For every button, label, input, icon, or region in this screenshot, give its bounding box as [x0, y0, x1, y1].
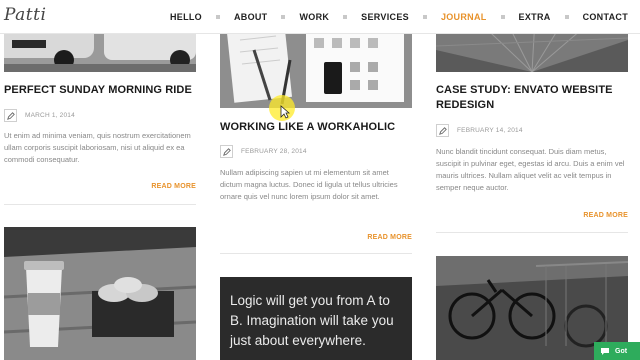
- post-divider: [436, 232, 628, 233]
- read-more-link[interactable]: READ MORE: [151, 183, 196, 190]
- post-image-coffee[interactable]: [4, 227, 196, 360]
- nav-separator: [215, 15, 220, 19]
- post-excerpt: Nullam adipiscing sapien ut mi elementum…: [220, 168, 398, 201]
- quote-card: Logic will get you from A to B. Imaginat…: [220, 277, 412, 360]
- nav-separator: [281, 15, 286, 19]
- coffee-photo-graphic: [4, 227, 196, 360]
- nav-hello[interactable]: HELLO: [170, 12, 202, 22]
- post-divider: [4, 204, 196, 205]
- pencil-icon: [4, 109, 17, 122]
- nav-separator: [500, 15, 505, 19]
- nav-extra[interactable]: EXTRA: [519, 12, 551, 22]
- nav-separator: [343, 15, 348, 19]
- post-divider: [220, 253, 412, 254]
- nav-about[interactable]: ABOUT: [234, 12, 268, 22]
- post-excerpt: Ut enim ad minima veniam, quis nostrum e…: [4, 131, 191, 164]
- post-title[interactable]: PERFECT SUNDAY MORNING RIDE: [4, 83, 196, 98]
- nav-separator: [422, 15, 427, 19]
- cursor-arrow-icon: [280, 105, 290, 119]
- quote-text: Logic will get you from A to B. Imaginat…: [230, 293, 394, 348]
- nav-separator: [564, 15, 569, 19]
- pencil-icon: [436, 124, 449, 137]
- post-meta: FEBRUARY 28, 2014: [220, 145, 307, 158]
- site-header: Patti HELLO ABOUT WORK SERVICES JOURNAL …: [0, 0, 640, 34]
- post-title[interactable]: WORKING LIKE A WORKAHOLIC: [220, 120, 412, 135]
- read-more-link[interactable]: READ MORE: [367, 234, 412, 241]
- nav-work[interactable]: WORK: [299, 12, 329, 22]
- post-date: FEBRUARY 28, 2014: [241, 148, 307, 155]
- nav-services[interactable]: SERVICES: [361, 12, 409, 22]
- post-date: MARCH 1, 2014: [25, 112, 75, 119]
- chat-bubble-icon: [601, 347, 609, 355]
- nav-journal[interactable]: JOURNAL: [441, 12, 487, 22]
- post-date: FEBRUARY 14, 2014: [457, 127, 523, 134]
- read-more-link[interactable]: READ MORE: [583, 212, 628, 219]
- post-meta: MARCH 1, 2014: [4, 109, 75, 122]
- mouse-cursor-highlight: [269, 95, 295, 121]
- chat-label: Got: [615, 347, 628, 355]
- post-meta: FEBRUARY 14, 2014: [436, 124, 523, 137]
- post-excerpt: Nunc blandit tincidunt consequat. Duis d…: [436, 147, 625, 192]
- pencil-icon: [220, 145, 233, 158]
- nav-contact[interactable]: CONTACT: [583, 12, 628, 22]
- site-logo[interactable]: Patti: [4, 5, 46, 25]
- main-navigation: HELLO ABOUT WORK SERVICES JOURNAL EXTRA …: [170, 0, 640, 34]
- post-title[interactable]: CASE STUDY: ENVATO WEBSITE REDESIGN: [436, 83, 628, 113]
- chat-widget[interactable]: Got: [594, 342, 640, 360]
